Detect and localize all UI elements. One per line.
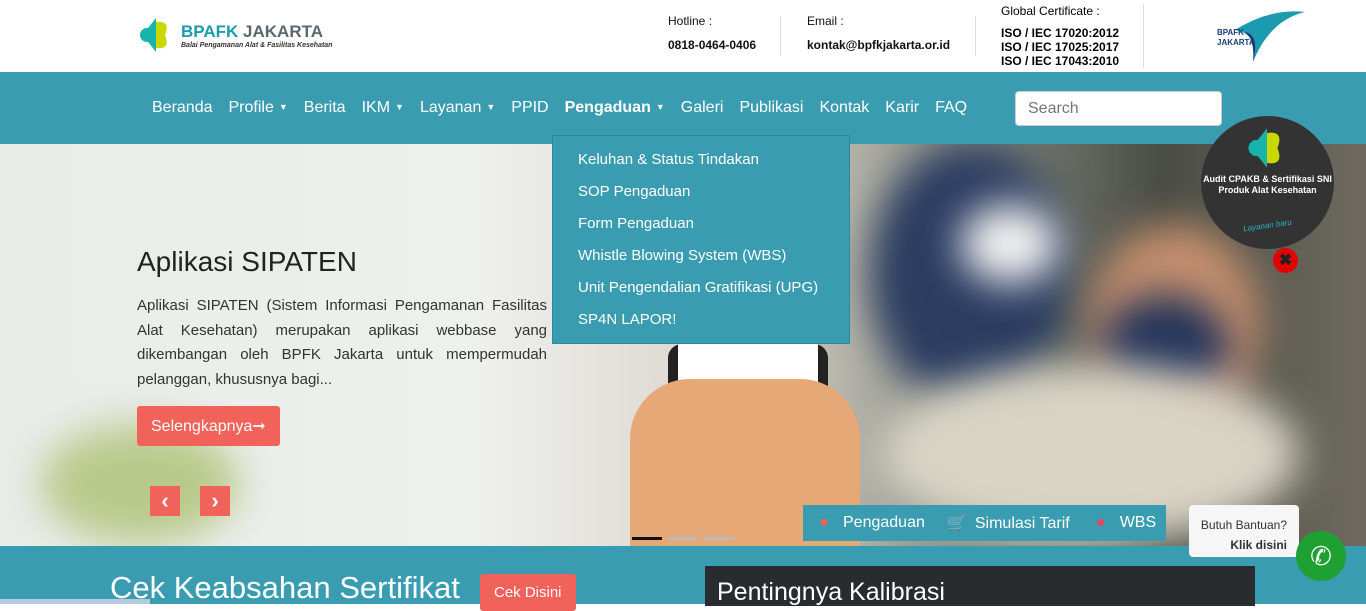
hero-text: Aplikasi SIPATEN (Sistem Informasi Penga…	[137, 297, 547, 388]
quick-links: ● Pengaduan 🛒 Simulasi Tarif ● WBS	[803, 505, 1166, 541]
hero-title: Aplikasi SIPATEN	[137, 246, 357, 277]
whatsapp-icon[interactable]: ✆	[1296, 531, 1346, 581]
nav-label: IKM	[361, 99, 391, 116]
nav-berita[interactable]: Berita	[304, 99, 346, 117]
whistle-icon: ●	[1095, 514, 1106, 531]
quick-label: WBS	[1119, 514, 1157, 531]
carousel-prev-icon[interactable]: ‹	[150, 486, 180, 516]
dropdown-item[interactable]: Keluhan & Status Tindakan	[553, 144, 849, 176]
nav-kontak[interactable]: Kontak	[819, 99, 869, 117]
caret-down-icon: ▼	[655, 102, 665, 112]
carousel-indicators	[632, 537, 734, 540]
carousel-next-icon[interactable]: ›	[200, 486, 230, 516]
divider	[1143, 4, 1144, 68]
cert-item: ISO / IEC 17020:2012	[1001, 26, 1120, 40]
cart-icon: 🛒	[946, 515, 967, 532]
logo-subtitle: Balai Pengamanan Alat & Fasilitas Keseha…	[181, 41, 333, 49]
main-nav: Beranda Profile ▼ Berita IKM ▼ Layanan ▼ PP…	[0, 72, 1366, 144]
email-address[interactable]: kontak@bpfkjakarta.or.id	[807, 38, 950, 52]
badge-title: Audit CPAKB & Sertifikasi SNI Produk Ala…	[1203, 174, 1332, 195]
cert-item: ISO / IEC 17043:2010	[1001, 54, 1120, 68]
indicator-active[interactable]	[632, 537, 662, 540]
read-more-button[interactable]: Selengkapnya➞	[137, 406, 280, 446]
logo-icon	[140, 18, 167, 52]
site-logo[interactable]: BPAFK JAKARTA Balai Pengamanan Alat & Fa…	[137, 16, 332, 54]
top-header: BPAFK JAKARTA Balai Pengamanan Alat & Fa…	[0, 0, 1366, 72]
caret-down-icon: ▼	[486, 102, 496, 112]
dropdown-item[interactable]: SP4N LAPOR!	[553, 304, 849, 336]
help-widget[interactable]: Butuh Bantuan? Klik disini	[1189, 505, 1299, 557]
hotline-label: Hotline :	[668, 14, 713, 28]
quick-simulasi-tarif[interactable]: 🛒 Simulasi Tarif	[947, 513, 1070, 533]
bottom-section: Cek Keabsahan Sertifikat Cek Disini Pent…	[0, 546, 1366, 611]
certificates: Global Certificate : ISO / IEC 17020:201…	[1001, 4, 1119, 68]
hotline-number[interactable]: 0818-0464-0406	[668, 38, 756, 52]
audit-promo-badge[interactable]: Audit CPAKB & Sertifikasi SNI Produk Ala…	[1201, 116, 1334, 249]
cert-item: ISO / IEC 17025:2017	[1001, 40, 1120, 54]
divider	[975, 16, 976, 56]
dropdown-item[interactable]: SOP Pengaduan	[553, 176, 849, 208]
cert-label: Global Certificate :	[1001, 4, 1100, 18]
nav-karir[interactable]: Karir	[885, 99, 919, 117]
nav-galeri[interactable]: Galeri	[681, 99, 724, 117]
quick-wbs[interactable]: ● WBS	[1092, 514, 1156, 532]
photo-figure	[960, 204, 1060, 284]
logo-icon	[1248, 128, 1280, 168]
nav-pengaduan[interactable]: Pengaduan ▼	[565, 99, 665, 117]
indicator[interactable]	[668, 537, 698, 540]
right-logo-text: BPAFK JAKARTA	[1217, 28, 1255, 47]
search-input[interactable]	[1015, 91, 1222, 126]
nav-ikm[interactable]: IKM ▼	[362, 99, 404, 117]
status-bar	[0, 599, 150, 604]
help-text: Butuh Bantuan?	[1200, 518, 1287, 532]
dropdown-item[interactable]: Whistle Blowing System (WBS)	[553, 240, 849, 272]
close-icon[interactable]: ✖	[1273, 248, 1298, 273]
nav-beranda[interactable]: Beranda	[152, 99, 213, 117]
caret-down-icon: ▼	[395, 102, 404, 112]
nav-label: Profile	[228, 99, 274, 116]
logo-title: BPAFK	[181, 21, 239, 41]
quick-label: Simulasi Tarif	[974, 515, 1070, 532]
nav-label: Pengaduan	[564, 99, 651, 116]
hotline: Hotline : 0818-0464-0406	[668, 14, 756, 52]
calibration-card: Pentingnya Kalibrasi	[705, 566, 1255, 606]
divider	[780, 16, 781, 56]
nav-publikasi[interactable]: Publikasi	[739, 99, 803, 117]
logo-title2: JAKARTA	[243, 21, 323, 41]
nav-profile[interactable]: Profile ▼	[229, 99, 288, 117]
nav-ppid[interactable]: PPID	[511, 99, 548, 117]
quick-pengaduan[interactable]: ● Pengaduan	[815, 514, 925, 532]
email: Email : kontak@bpfkjakarta.or.id	[807, 14, 950, 52]
cek-disini-button[interactable]: Cek Disini	[480, 574, 576, 611]
quick-label: Pengaduan	[843, 514, 925, 531]
pengaduan-dropdown: Keluhan & Status Tindakan SOP Pengaduan …	[552, 135, 850, 344]
help-link[interactable]: Klik disini	[1230, 538, 1287, 552]
indicator[interactable]	[704, 537, 734, 540]
complaint-person-icon: ●	[819, 514, 829, 531]
dropdown-item[interactable]: Form Pengaduan	[553, 208, 849, 240]
cert-check-title: Cek Keabsahan Sertifikat	[110, 570, 460, 605]
dropdown-item[interactable]: Unit Pengendalian Gratifikasi (UPG)	[553, 272, 849, 304]
nav-label: Layanan	[419, 99, 482, 116]
caret-down-icon: ▼	[278, 102, 288, 112]
calibration-title: Pentingnya Kalibrasi	[717, 578, 945, 606]
bpafk-right-logo: BPAFK JAKARTA	[1215, 10, 1307, 62]
nav-faq[interactable]: FAQ	[935, 99, 967, 117]
email-label: Email :	[807, 14, 844, 28]
nav-layanan[interactable]: Layanan ▼	[420, 99, 495, 117]
